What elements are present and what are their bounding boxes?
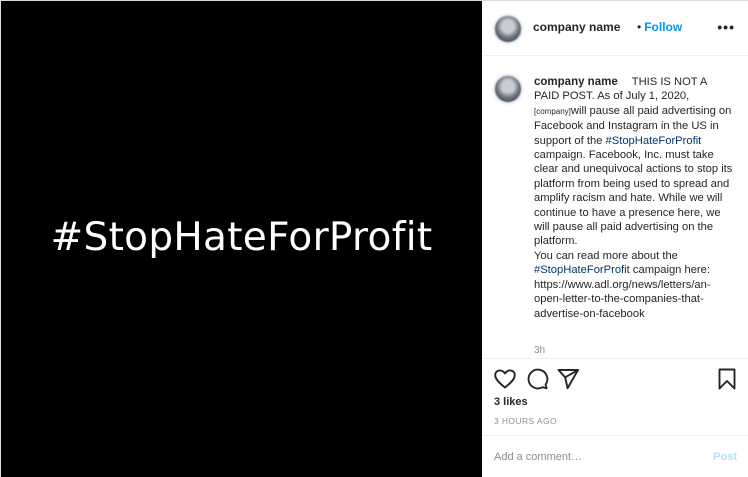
campaign-url: https://www.adl.org/news/letters/an-open… — [534, 278, 711, 320]
post-side-panel: company name • Follow ••• company name THI… — [482, 1, 748, 477]
caption-line: [company]will pause all paid advertising… — [534, 104, 734, 249]
post-image[interactable]: #StopHateForProfit — [1, 1, 482, 477]
caption-area: company name THIS IS NOT A PAID POST. As … — [482, 56, 748, 359]
read-more-suffix: campaign here: — [632, 264, 710, 277]
post-dialog: #StopHateForProfit company name • Follow … — [0, 0, 748, 477]
post-comment-button[interactable]: Post — [713, 451, 737, 463]
caption-text: company name THIS IS NOT A PAID POST. As … — [534, 75, 734, 321]
avatar[interactable] — [495, 16, 521, 42]
more-options-icon[interactable]: ••• — [717, 19, 735, 35]
read-more-prefix: You can read more about the — [534, 249, 678, 262]
comment-bubble-icon[interactable] — [525, 367, 549, 391]
paper-plane-icon[interactable] — [556, 367, 580, 391]
caption-username[interactable]: company name — [534, 76, 618, 88]
comment-input[interactable] — [494, 448, 694, 466]
header-username[interactable]: company name — [533, 20, 620, 34]
hashtag-link[interactable]: #StopHateForProfit — [606, 135, 702, 147]
caption-timestamp[interactable]: 3h — [534, 345, 545, 356]
caption-line: You can read more about the #StopHateFor… — [534, 249, 734, 321]
caption-avatar[interactable] — [495, 76, 521, 102]
hashtag-link[interactable]: #StopHateForProfit — [534, 264, 630, 276]
follow-separator: • — [637, 20, 642, 34]
likes-count[interactable]: 3 likes — [494, 396, 528, 408]
post-header: company name • Follow ••• — [482, 1, 748, 56]
heart-icon[interactable] — [493, 367, 517, 391]
comment-bar: Post — [482, 435, 748, 477]
bookmark-icon[interactable] — [715, 367, 739, 391]
company-placeholder: [company] — [534, 106, 571, 116]
post-time: 3 HOURS AGO — [494, 416, 557, 426]
follow-button[interactable]: • Follow — [637, 20, 682, 34]
follow-label: Follow — [644, 20, 683, 34]
action-bar — [482, 361, 748, 397]
caption-body-2: campaign. Facebook, Inc. must take clear… — [534, 149, 733, 248]
image-text: #StopHateForProfit — [50, 214, 433, 260]
